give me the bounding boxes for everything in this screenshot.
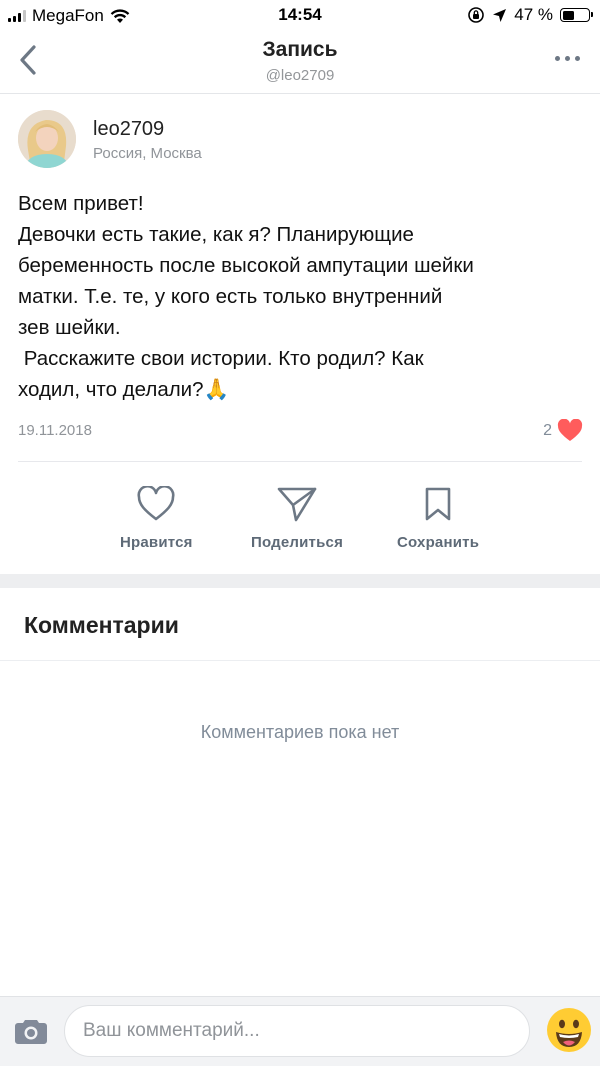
- author-name[interactable]: leo2709: [93, 117, 202, 141]
- like-button[interactable]: Нравится: [120, 484, 193, 551]
- divider: [0, 660, 600, 661]
- battery-icon: [560, 8, 593, 22]
- emoji-button[interactable]: [546, 1007, 592, 1053]
- likes-counter[interactable]: 2: [543, 419, 583, 442]
- header: Запись @leo2709: [0, 30, 600, 94]
- like-label: Нравится: [120, 534, 193, 551]
- post-line: зев шейки.: [18, 316, 121, 339]
- comment-composer: [0, 996, 600, 1066]
- post-actions: Нравится Поделиться Сохранить: [0, 484, 600, 564]
- more-button[interactable]: [555, 56, 580, 61]
- post-line: ходил, что делали?🙏: [18, 378, 230, 401]
- battery-fill: [562, 10, 575, 20]
- share-button[interactable]: Поделиться: [251, 484, 343, 551]
- location-arrow-icon: [493, 8, 507, 22]
- page-title: Запись: [262, 38, 338, 61]
- heart-outline-icon: [137, 486, 175, 521]
- battery-percent: 47 %: [514, 5, 553, 24]
- author-info: leo2709 Россия, Москва: [93, 117, 202, 162]
- camera-button[interactable]: [14, 1017, 48, 1050]
- status-bar: MegaFon 14:54 47 %: [0, 0, 600, 30]
- likes-count: 2: [543, 421, 552, 439]
- section-separator: [0, 574, 600, 588]
- share-label: Поделиться: [251, 534, 344, 551]
- smiley-emoji-icon: [547, 1008, 591, 1052]
- bookmark-icon: [425, 487, 451, 521]
- empty-comments-text: Комментариев пока нет: [200, 722, 400, 742]
- avatar[interactable]: [18, 110, 76, 168]
- rotation-lock-icon: [468, 7, 485, 23]
- post-line: Всем привет!: [18, 192, 144, 215]
- post-line: Девочки есть такие, как я? Планирующие: [18, 223, 414, 246]
- heart-filled-icon: [557, 419, 583, 441]
- more-horizontal-icon: [555, 56, 560, 61]
- save-button[interactable]: Сохранить: [397, 484, 479, 551]
- status-right: 47 %: [467, 5, 593, 25]
- camera-icon: [15, 1020, 47, 1044]
- comments-title: Комментарии: [24, 612, 179, 638]
- share-icon: [277, 487, 317, 522]
- avatar-image: [18, 110, 76, 168]
- divider: [18, 461, 582, 462]
- comment-input[interactable]: [64, 1005, 530, 1057]
- post-date: 19.11.2018: [18, 422, 92, 439]
- author-location: Россия, Москва: [93, 144, 202, 162]
- post-author[interactable]: leo2709 Россия, Москва: [18, 110, 202, 168]
- post-line: Расскажите свои истории. Кто родил? Как: [18, 347, 424, 370]
- post-text: Всем привет! Девочки есть такие, как я? …: [18, 188, 588, 405]
- post-line: матки. Т.е. те, у кого есть только внутр…: [18, 285, 443, 308]
- post-line: беременность после высокой ампутации шей…: [18, 254, 474, 277]
- page-subtitle[interactable]: @leo2709: [0, 67, 600, 84]
- save-label: Сохранить: [397, 534, 480, 551]
